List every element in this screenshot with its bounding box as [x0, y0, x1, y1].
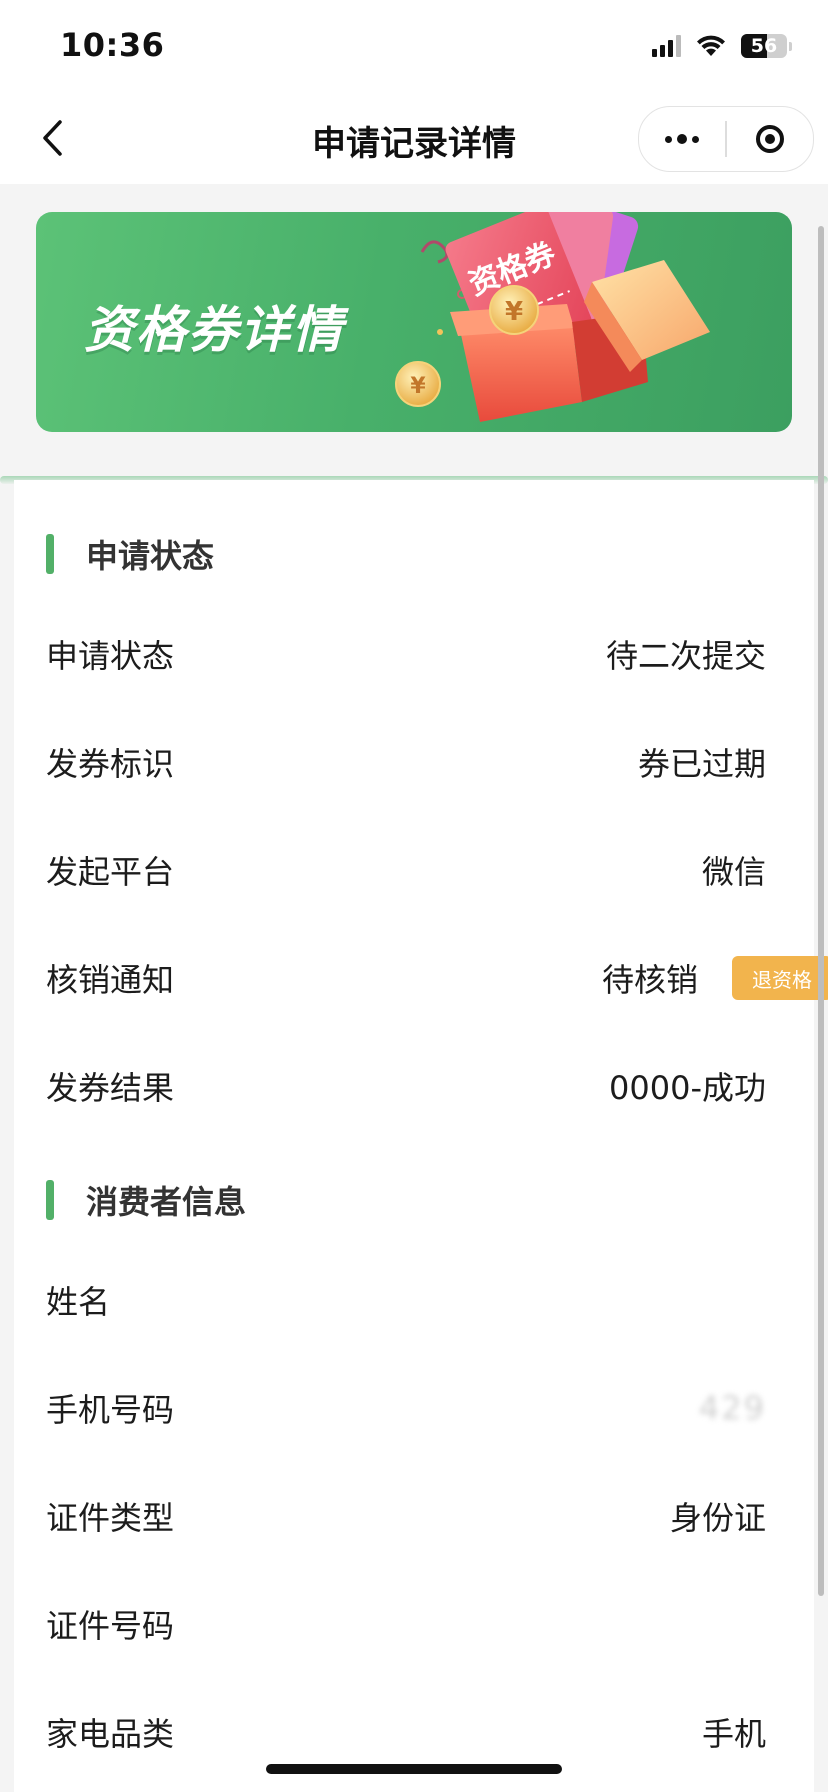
row-label: 发券结果: [46, 1069, 175, 1107]
battery-icon: 56: [741, 34, 787, 58]
more-button[interactable]: [639, 107, 725, 171]
row-value: 待核销: [601, 961, 698, 999]
status-time: 10:36: [60, 26, 165, 64]
row-appliance-category: 家电品类 手机: [46, 1702, 766, 1762]
section-header-consumer-info: 消费者信息: [46, 1180, 247, 1221]
coin-symbol: ¥: [505, 297, 523, 327]
section-title: 申请状态: [86, 537, 215, 575]
section-title: 消费者信息: [86, 1183, 247, 1221]
row-label: 发券标识: [46, 745, 175, 783]
row-coupon-flag: 发券标识 券已过期: [46, 732, 766, 792]
row-label: 证件号码: [46, 1607, 175, 1645]
row-value-group: 待核销 退资格: [601, 955, 828, 1001]
gift-box-illustration: 资格券 ¥ ¥: [395, 212, 710, 422]
wifi-icon: [697, 35, 725, 56]
row-label: 姓名: [46, 1283, 111, 1321]
signal-icon: [652, 35, 681, 57]
row-value: 待二次提交: [605, 637, 766, 675]
more-dots-icon: [665, 134, 700, 144]
qualification-banner: 资格券 ¥ ¥ 资格券详情: [36, 212, 792, 432]
row-platform: 发起平台 微信: [46, 840, 766, 900]
row-label: 手机号码: [46, 1391, 175, 1429]
row-label: 发起平台: [46, 853, 175, 891]
row-id-type: 证件类型 身份证: [46, 1486, 766, 1546]
row-value: 手机: [701, 1715, 766, 1753]
mini-program-capsule: [638, 106, 814, 172]
status-icons: 56: [652, 34, 792, 58]
section-header-application-status: 申请状态: [46, 534, 215, 575]
status-bar: 10:36 56: [0, 0, 828, 92]
row-value: 身份证: [669, 1499, 766, 1537]
close-program-button[interactable]: [727, 107, 813, 171]
row-label: 家电品类: [46, 1715, 175, 1753]
row-label: 申请状态: [46, 637, 175, 675]
target-icon: [755, 125, 784, 153]
section-accent-bar: [46, 1180, 54, 1220]
row-phone: 手机号码 429: [46, 1378, 766, 1438]
coin-symbol-2: ¥: [410, 374, 426, 399]
section-accent-bar: [46, 534, 54, 574]
battery-level: 56: [750, 35, 778, 57]
row-label: 核销通知: [46, 961, 175, 999]
row-application-status: 申请状态 待二次提交: [46, 624, 766, 684]
banner-title: 资格券详情: [84, 301, 344, 359]
nav-bar: 申请记录详情: [0, 92, 828, 184]
scrollbar[interactable]: [818, 226, 824, 1596]
battery-cap: [789, 41, 792, 51]
row-name: 姓名: [46, 1270, 766, 1330]
withdraw-qualification-button[interactable]: 退资格: [732, 956, 828, 1000]
details-card: 申请状态 申请状态 待二次提交 发券标识 券已过期 发起平台 微信 核销通知 待…: [14, 480, 828, 1792]
row-value: 0000-成功: [609, 1069, 766, 1107]
row-label: 证件类型: [46, 1499, 175, 1537]
row-value: 微信: [701, 853, 766, 891]
row-redemption-notice: 核销通知 待核销 退资格: [46, 948, 828, 1008]
row-value: 券已过期: [637, 745, 766, 783]
home-indicator: [266, 1764, 562, 1774]
row-value: 429: [698, 1389, 766, 1427]
row-id-number: 证件号码: [46, 1594, 766, 1654]
row-coupon-result: 发券结果 0000-成功: [46, 1056, 766, 1116]
